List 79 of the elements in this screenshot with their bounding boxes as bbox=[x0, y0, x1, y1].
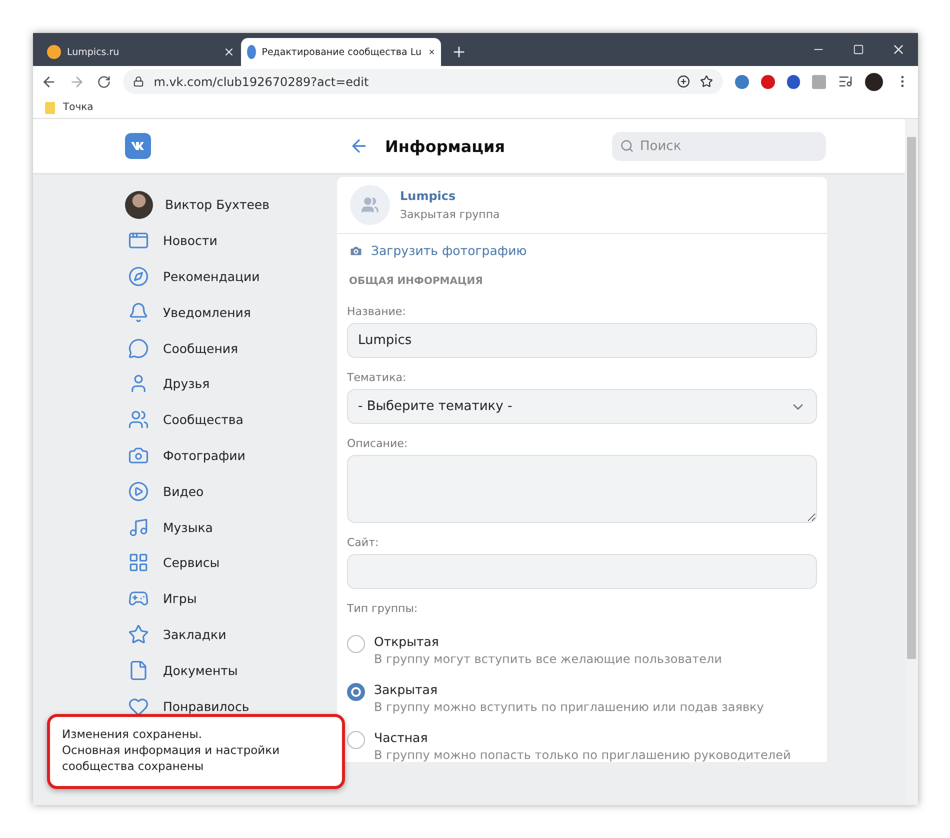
sidebar-item[interactable]: Игры bbox=[125, 580, 326, 617]
reload-icon[interactable] bbox=[96, 74, 111, 88]
folder-icon bbox=[45, 102, 55, 114]
topic-select[interactable]: - Выберите тематику - bbox=[347, 389, 817, 424]
menu-item-icon bbox=[128, 624, 148, 645]
field-label: Тип группы: bbox=[347, 602, 418, 615]
extension-icon[interactable] bbox=[760, 74, 774, 88]
site-icon bbox=[47, 45, 61, 59]
browser-tab[interactable]: Редактирование сообщества Lu bbox=[241, 38, 441, 66]
menu-item-icon bbox=[128, 302, 148, 323]
new-tab-icon[interactable] bbox=[451, 44, 467, 60]
radio-button[interactable] bbox=[347, 635, 365, 653]
search-icon bbox=[620, 138, 634, 152]
field-label: Описание: bbox=[347, 437, 408, 450]
menu-item-icon bbox=[128, 696, 148, 717]
option-description: В группу можно попасть только по приглашению руководителей bbox=[374, 748, 791, 762]
menu-item-icon bbox=[128, 266, 148, 287]
browser-tab[interactable]: Lumpics.ru bbox=[41, 38, 241, 66]
field-label: Название: bbox=[347, 305, 406, 318]
extension-icon[interactable] bbox=[786, 74, 800, 88]
camera-icon bbox=[349, 244, 363, 258]
toast-message: Основная информация и настройки сообщества сохранены bbox=[62, 742, 281, 774]
sidebar-item[interactable]: Сервисы bbox=[125, 544, 326, 581]
people-icon bbox=[361, 196, 379, 214]
field-label: Тематика: bbox=[347, 371, 406, 384]
field-label: Сайт: bbox=[347, 536, 379, 549]
menu-item-icon bbox=[128, 660, 148, 681]
option-description: В группу могут вступить все желающие пользователи bbox=[374, 652, 722, 666]
menu-item-icon bbox=[128, 516, 148, 538]
back-icon[interactable] bbox=[41, 74, 57, 90]
description-field[interactable] bbox=[347, 455, 817, 523]
sidebar-item[interactable]: Уведомления bbox=[125, 294, 326, 330]
site-icon bbox=[247, 45, 256, 59]
option-title: Открытая bbox=[374, 634, 440, 649]
zoom-icon[interactable] bbox=[676, 75, 690, 88]
lock-icon bbox=[132, 76, 144, 87]
sidebar-item[interactable]: Закладки bbox=[125, 616, 326, 652]
scrollbar-thumb[interactable] bbox=[907, 137, 916, 659]
sidebar-item[interactable]: Сообщения bbox=[125, 330, 326, 366]
page-title: Информация bbox=[385, 136, 505, 156]
bookmark-star-icon[interactable] bbox=[700, 75, 713, 88]
sidebar-item[interactable]: Документы bbox=[125, 652, 326, 688]
vk-logo bbox=[125, 133, 151, 159]
group-type: Закрытая группа bbox=[400, 208, 500, 221]
input-field[interactable]: Lumpics bbox=[347, 323, 817, 358]
sidebar-item[interactable]: Рекомендации bbox=[125, 258, 326, 294]
menu-item-icon bbox=[128, 480, 148, 502]
section-heading: ОБЩАЯ ИНФОРМАЦИЯ bbox=[349, 276, 484, 287]
option-title: Частная bbox=[374, 730, 429, 745]
menu-item-icon bbox=[128, 230, 148, 252]
avatar bbox=[125, 190, 153, 219]
sidebar-item[interactable]: Фотографии bbox=[125, 438, 326, 474]
address-bar[interactable]: m.vk.com/club192670289?act=edit bbox=[122, 69, 723, 94]
sidebar-item[interactable]: Понравилось bbox=[125, 688, 326, 724]
search-field[interactable]: Поиск bbox=[612, 132, 826, 160]
extension-icon[interactable] bbox=[734, 74, 749, 88]
close-icon[interactable] bbox=[223, 46, 235, 58]
option-description: В группу можно вступить по приглашению или подав заявку bbox=[374, 700, 764, 714]
input-field[interactable] bbox=[347, 554, 817, 589]
radio-button[interactable] bbox=[347, 683, 365, 701]
maximize-icon[interactable] bbox=[852, 44, 864, 55]
sidebar-item[interactable]: Виктор Бухтеев bbox=[125, 187, 326, 223]
sidebar-item[interactable]: Друзья bbox=[125, 366, 326, 402]
option-title: Закрытая bbox=[374, 682, 438, 697]
sidebar-item[interactable]: Видео bbox=[125, 473, 326, 510]
toast-title: Изменения сохранены. bbox=[62, 726, 203, 742]
bookmark[interactable]: Точка bbox=[63, 102, 94, 113]
sidebar-item[interactable]: Музыка bbox=[125, 509, 326, 545]
sidebar-item[interactable]: Сообщества bbox=[125, 402, 326, 438]
menu-item-icon bbox=[128, 338, 148, 359]
media-icon[interactable] bbox=[838, 74, 854, 89]
menu-item-icon bbox=[128, 409, 148, 430]
profile-avatar[interactable] bbox=[865, 72, 884, 90]
menu-item-icon bbox=[128, 444, 148, 466]
radio-button[interactable] bbox=[347, 731, 365, 749]
upload-photo-link[interactable]: Загрузить фотографию bbox=[349, 243, 527, 258]
sidebar-item[interactable]: Новости bbox=[125, 222, 326, 259]
menu-item-icon bbox=[128, 552, 148, 574]
group-name: Lumpics bbox=[400, 189, 457, 203]
